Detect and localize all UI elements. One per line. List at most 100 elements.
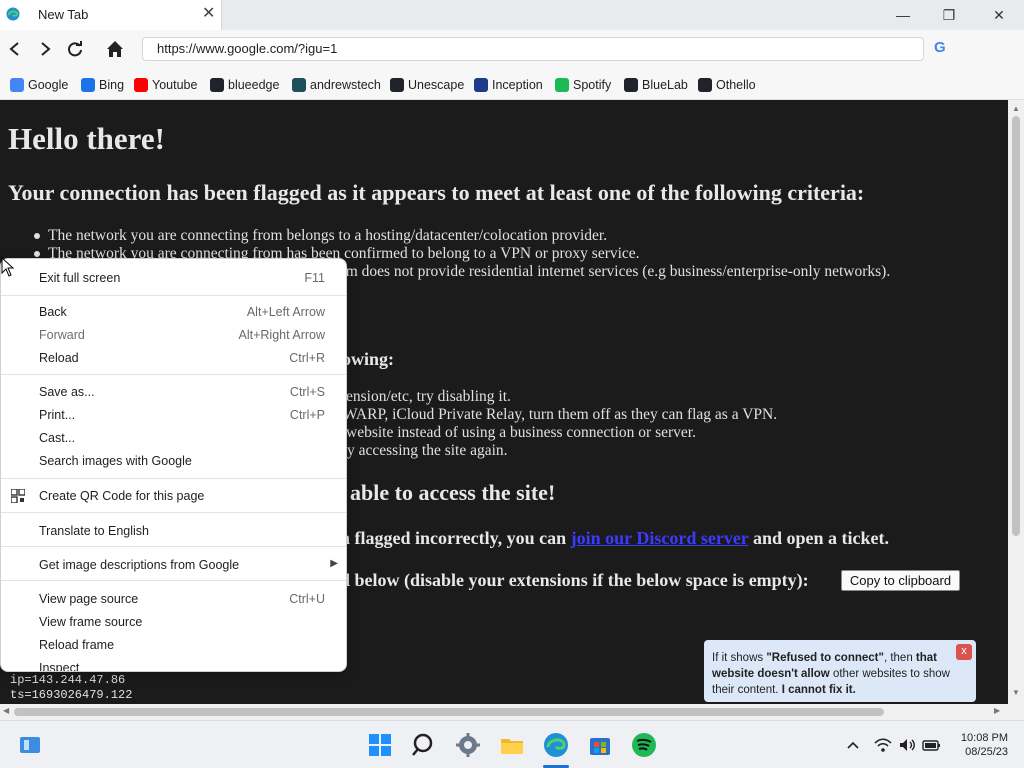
menu-item-label: Save as... [39,385,95,399]
tray-time: 10:08 PM [960,732,1008,744]
bullet [34,251,40,257]
address-input[interactable] [157,41,897,56]
bookmark-bluelab[interactable]: BlueLab [624,76,688,94]
bookmarks-bar: Google Bing Youtube blueedge andrewstech Unes… [0,68,1024,100]
tray-clock[interactable]: 10:08 PM 08/25/23 [950,731,1008,759]
bookmark-label: Othello [716,78,756,92]
scroll-right-icon[interactable]: ▶ [994,706,1004,718]
bing-icon [81,78,95,92]
menu-item-label: Reload frame [39,638,115,652]
menu-item-search-images-with-google[interactable]: Search images with Google [1,450,346,472]
widgets-icon[interactable] [16,731,44,759]
settings-icon[interactable] [454,731,482,759]
tab-new-tab[interactable]: New Tab ✕ [0,0,222,30]
close-window-button[interactable]: ✕ [976,0,1022,30]
menu-item-label: Reload [39,351,79,365]
forward-icon[interactable] [34,38,56,60]
file-explorer-icon[interactable] [498,731,526,759]
menu-item-create-qr-code-for-this-page[interactable]: Create QR Code for this page [1,485,346,507]
page-heading: Hello there! [8,121,165,156]
diag-ip: ip=143.244.47.86 [10,673,126,687]
bookmark-spotify[interactable]: Spotify [555,76,611,94]
menu-item-label: Get image descriptions from Google [39,558,240,572]
scrollbar-corner [1008,704,1024,720]
discord-link[interactable]: join our Discord server [571,528,749,548]
criteria-heading: Your connection has been flagged as it a… [8,180,865,205]
menu-separator [1,478,346,479]
fix-item: y accessing the site again. [347,442,508,459]
home-icon[interactable] [104,38,126,60]
menu-item-get-image-descriptions-from-google[interactable]: Get image descriptions from Google ▶ [1,554,346,576]
menu-item-shortcut: Ctrl+S [289,385,325,399]
menu-item-cast[interactable]: Cast... [1,427,346,449]
spotify-icon[interactable] [630,731,658,759]
toast-text-part: , then [883,652,916,664]
copy-to-clipboard-button[interactable]: Copy to clipboard [841,570,960,591]
vertical-scrollbar[interactable]: ▲ ▼ [1008,100,1024,704]
menu-item-inspect[interactable]: Inspect [1,657,346,672]
start-icon[interactable] [366,731,394,759]
address-bar[interactable] [142,37,924,61]
menu-item-label: View page source [39,592,139,606]
reload-icon[interactable] [64,38,86,60]
tab-close-icon[interactable]: ✕ [202,5,215,23]
title-bar: New Tab ✕ — ❐ ✕ [0,0,1024,30]
bookmark-inception[interactable]: Inception [474,76,543,94]
battery-icon[interactable] [922,737,942,753]
wifi-icon[interactable] [874,737,892,753]
bookmark-andrewstech[interactable]: andrewstech [292,76,381,94]
menu-item-exit-full-screen[interactable]: Exit full screen F11 [1,267,346,289]
google-icon[interactable]: G [934,38,952,58]
menu-item-save-as[interactable]: Save as... Ctrl+S [1,381,346,403]
maximize-button[interactable]: ❐ [926,0,972,30]
bookmark-bing[interactable]: Bing [81,76,124,94]
edge-icon[interactable] [542,731,570,759]
criteria-item: The network you are connecting from belo… [48,227,608,244]
store-icon[interactable] [586,731,614,759]
scroll-left-icon[interactable]: ◀ [3,706,13,718]
fix-item: ension/etc, try disabling it. [346,388,511,405]
menu-item-label: Print... [39,408,76,422]
menu-item-translate-to-english[interactable]: Translate to English [1,520,346,542]
minimize-button[interactable]: — [880,0,926,30]
inception-icon [474,78,488,92]
fix-item: WARP, iCloud Private Relay, turn them of… [343,406,778,423]
horizontal-scrollbar[interactable]: ◀ ▶ [0,704,1008,720]
search-icon[interactable] [410,731,438,759]
vertical-scroll-thumb[interactable] [1012,116,1020,536]
bookmark-label: BlueLab [642,78,688,92]
menu-item-shortcut: Alt+Left Arrow [246,305,325,319]
youtube-icon [134,78,148,92]
menu-item-forward[interactable]: Forward Alt+Right Arrow [1,324,346,346]
scroll-up-icon[interactable]: ▲ [1011,104,1021,114]
volume-icon[interactable] [898,737,916,753]
andrewstech-icon [292,78,306,92]
toast-close-button[interactable]: x [956,644,972,660]
bookmark-unescape[interactable]: Unescape [390,76,464,94]
tray-date: 08/25/23 [965,746,1008,758]
back-icon[interactable] [4,38,26,60]
menu-item-view-page-source[interactable]: View page source Ctrl+U [1,588,346,610]
bookmark-othello[interactable]: Othello [698,76,756,94]
browser-toolbar: G [0,30,1024,68]
bookmark-label: Google [28,78,69,92]
menu-item-back[interactable]: Back Alt+Left Arrow [1,301,346,323]
menu-item-reload-frame[interactable]: Reload frame [1,634,346,656]
bookmark-blueedge[interactable]: blueedge [210,76,279,94]
menu-item-reload[interactable]: Reload Ctrl+R [1,347,346,369]
below-line: d below (disable your extensions if the … [340,570,809,590]
chevron-up-icon[interactable] [846,739,860,751]
flagged-suffix: and open a ticket. [748,528,889,548]
bookmark-label: blueedge [228,78,280,92]
context-menu: Exit full screen F11 Back Alt+Left Arrow For… [0,258,347,672]
menu-item-label: Exit full screen [39,271,121,285]
menu-separator [1,374,346,375]
scroll-down-icon[interactable]: ▼ [1011,688,1021,698]
menu-item-view-frame-source[interactable]: View frame source [1,611,346,633]
bookmark-google[interactable]: Google [10,76,68,94]
bookmark-youtube[interactable]: Youtube [134,76,197,94]
horizontal-scroll-thumb[interactable] [14,708,884,716]
menu-item-label: Inspect [39,661,80,672]
toast-text-bold: "Refused to connect" [766,652,884,664]
menu-item-print[interactable]: Print... Ctrl+P [1,404,346,426]
